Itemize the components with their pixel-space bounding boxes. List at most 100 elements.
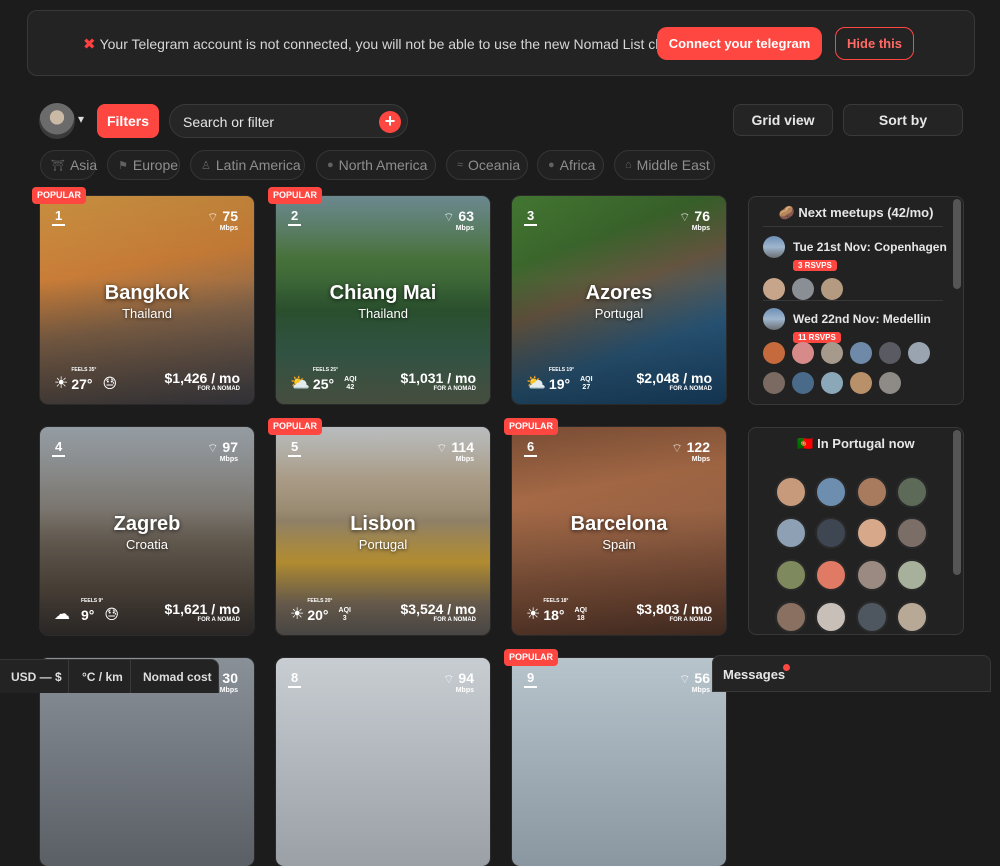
chip-latin-america[interactable]: ♙ Latin America (190, 150, 305, 180)
attendee-avatar[interactable] (792, 278, 814, 300)
wifi-icon: ⌔ (207, 210, 219, 224)
cloud-icon: ☁ (54, 606, 70, 623)
aqi-label: AQI (580, 376, 593, 383)
attendee-avatar[interactable] (879, 372, 901, 394)
attendee-avatar[interactable] (792, 342, 814, 364)
search-bar[interactable]: + (169, 104, 408, 138)
city-card-barcelona[interactable]: 6 ⌔ 122 Mbps Barcelona Spain ☀ FEELS 18° 18°… (512, 427, 726, 635)
weather: ☀ FEELS 20° 20° AQI 3 (290, 598, 351, 623)
person-avatar[interactable] (775, 559, 807, 591)
hide-banner-button[interactable]: Hide this (835, 27, 914, 60)
city-card-zagreb[interactable]: 4 ⌔ 97 Mbps Zagreb Croatia ☁ FEELS 9° 9° 😓 $1… (40, 427, 254, 635)
person-avatar[interactable] (856, 476, 888, 508)
person-avatar[interactable] (856, 601, 888, 633)
mbps-value: 97 (222, 439, 238, 455)
city-card-9[interactable]: 9 ⌔ 56 Mbps (512, 658, 726, 866)
units-selector[interactable]: °C / km (82, 670, 123, 684)
person-avatar[interactable] (775, 601, 807, 633)
city-name: Chiang Mai (329, 282, 437, 304)
connect-telegram-button[interactable]: Connect your telegram (657, 27, 822, 60)
error-x-icon: ✖ (83, 36, 96, 53)
temperature: FEELS 25° 25° (313, 367, 338, 392)
attendee-avatar[interactable] (763, 342, 785, 364)
mbps-value: 75 (222, 208, 238, 224)
person-avatar[interactable] (856, 517, 888, 549)
person-avatar[interactable] (896, 559, 928, 591)
chevron-down-icon[interactable]: ▾ (78, 112, 84, 126)
city-name: Bangkok (104, 282, 190, 304)
mbps-label: Mbps (455, 456, 474, 463)
person-avatar[interactable] (815, 601, 847, 633)
mbps-value: 94 (458, 670, 474, 686)
grid-view-button[interactable]: Grid view (733, 104, 833, 136)
city-card-8[interactable]: 8 ⌔ 94 Mbps (276, 658, 490, 866)
person-avatar[interactable] (896, 476, 928, 508)
meetups-scrollbar[interactable] (953, 199, 961, 289)
chip-label: Europe (132, 157, 179, 173)
aqi-value: 3 (342, 615, 347, 622)
person-avatar[interactable] (815, 517, 847, 549)
chip-middle-east[interactable]: ⌂ Middle East (614, 150, 715, 180)
sort-by-button[interactable]: Sort by (843, 104, 963, 136)
mbps-label: Mbps (219, 456, 238, 463)
filters-button[interactable]: Filters (97, 104, 159, 138)
attendee-avatar[interactable] (821, 372, 843, 394)
messages-label: Messages (723, 667, 786, 682)
chip-oceania[interactable]: ≈ Oceania (446, 150, 528, 180)
cost-mode-selector[interactable]: Nomad cost (143, 670, 212, 684)
meetup-copenhagen[interactable]: Tue 21st Nov: Copenhagen 3 RSVPS (763, 236, 947, 300)
cost-value: $1,426 / mo (164, 370, 241, 386)
popular-badge: POPULAR (32, 187, 87, 204)
search-input[interactable] (181, 112, 375, 132)
city-card-chiang-mai[interactable]: 2 ⌔ 63 Mbps Chiang Mai Thailand ⛅ FEELS 25°… (276, 196, 490, 404)
messages-widget[interactable]: Messages (712, 655, 991, 692)
person-avatar[interactable] (815, 476, 847, 508)
chip-asia[interactable]: ⛩ Asia (40, 150, 97, 180)
attendee-avatar[interactable] (763, 372, 785, 394)
unread-dot-icon (783, 664, 790, 671)
weather: ⛅ FEELS 19° 19° AQI 27 (526, 367, 593, 392)
attendee-avatar[interactable] (879, 342, 901, 364)
mosque-icon: ⌂ (625, 159, 632, 171)
person-avatar[interactable] (775, 517, 807, 549)
person-avatar[interactable] (815, 559, 847, 591)
mbps-value: 114 (451, 439, 474, 455)
attendee-avatar[interactable] (763, 278, 785, 300)
aqi-label: AQI (338, 607, 351, 614)
weather: ☁ FEELS 9° 9° 😓 (54, 598, 119, 623)
city-card-lisbon[interactable]: 5 ⌔ 114 Mbps Lisbon Portugal ☀ FEELS 20° 20°… (276, 427, 490, 635)
attendee-avatar[interactable] (850, 372, 872, 394)
attendee-avatar[interactable] (821, 342, 843, 364)
city-name: Azores (585, 282, 653, 304)
city-card-bangkok[interactable]: 1 ⌔ 75 Mbps Bangkok Thailand ☀ FEELS 35° 27°… (40, 196, 254, 404)
temperature: FEELS 18° 18° (543, 598, 568, 623)
in-country-scrollbar[interactable] (953, 430, 961, 575)
attendee-avatar[interactable] (792, 372, 814, 394)
attendee-avatar[interactable] (908, 342, 930, 364)
meetups-title: 🥔 Next meetups (42/mo) (778, 205, 934, 220)
mbps-value: 76 (694, 208, 710, 224)
wifi-icon: ⌔ (679, 210, 691, 224)
attendee-avatar[interactable] (850, 342, 872, 364)
user-avatar[interactable] (39, 103, 75, 139)
person-avatar[interactable] (896, 601, 928, 633)
chip-africa[interactable]: ● Africa (537, 150, 604, 180)
temperature: FEELS 35° 27° (71, 367, 96, 392)
person-avatar[interactable] (775, 476, 807, 508)
add-filter-plus-icon[interactable]: + (379, 111, 401, 133)
person-avatar[interactable] (856, 559, 888, 591)
chip-north-america[interactable]: ● North America (316, 150, 436, 180)
country-name: Portugal (594, 306, 644, 321)
country-name: Croatia (126, 537, 168, 552)
currency-selector[interactable]: USD — $ (11, 670, 62, 684)
chip-label: Middle East (636, 157, 710, 173)
cost-of-living: $1,031 / mo FOR A NOMAD (401, 370, 477, 392)
chip-europe[interactable]: ⚑ Europe (107, 150, 180, 180)
sweat-icon: 😓 (102, 375, 118, 391)
meetup-medellin[interactable]: Wed 22nd Nov: Medellin 11 RSVPS (763, 308, 947, 400)
aqi-label: AQI (574, 607, 587, 614)
person-avatar[interactable] (896, 517, 928, 549)
popular-badge: POPULAR (268, 187, 323, 204)
city-card-azores[interactable]: 3 ⌔ 76 Mbps Azores Portugal ⛅ FEELS 19° 19° A… (512, 196, 726, 404)
attendee-avatar[interactable] (821, 278, 843, 300)
